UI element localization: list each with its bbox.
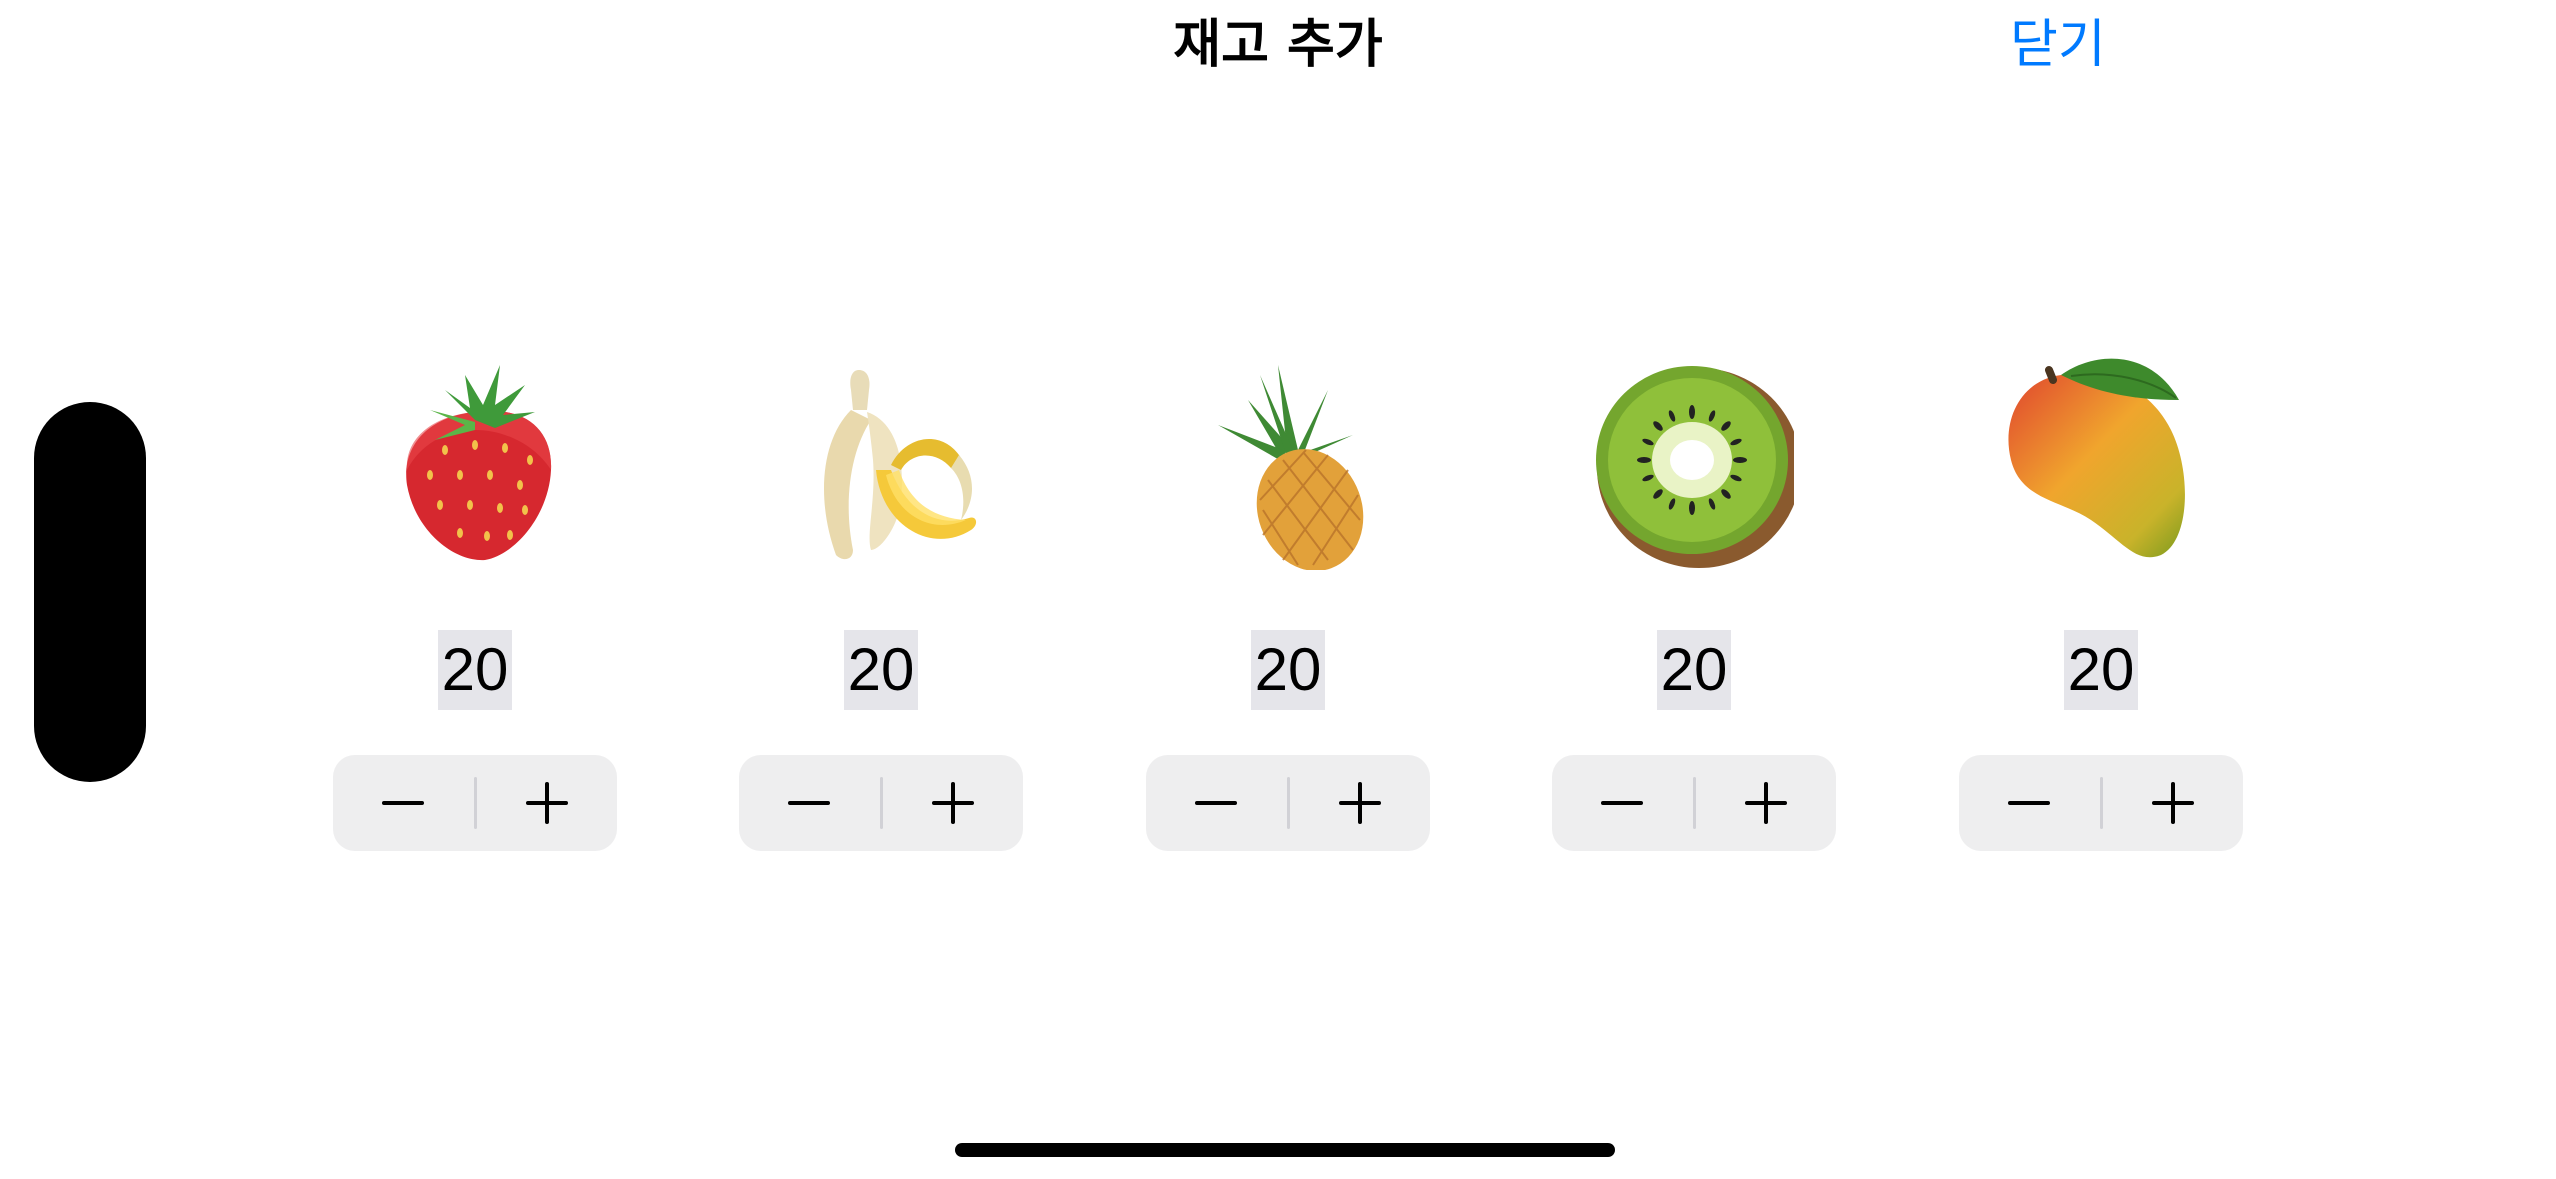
increment-button[interactable] [477,755,618,851]
increment-button[interactable] [2103,755,2244,851]
quantity-display: 20 [1138,630,1438,710]
quantity-stepper[interactable] [333,755,617,851]
pineapple-icon [1188,350,1388,570]
decrement-button[interactable] [1146,755,1287,851]
stock-add-screen: 재고 추가 닫기 20 20 20 20 20 [0,0,2556,1179]
increment-button[interactable] [1696,755,1837,851]
list-item-strawberry: 20 [325,350,625,870]
minus-icon [2008,801,2051,805]
list-item-banana: 20 [731,350,1031,870]
decrement-button[interactable] [1959,755,2100,851]
quantity-value: 20 [843,630,919,710]
list-item-kiwi: 20 [1544,350,1844,870]
mango-icon [2001,350,2201,570]
home-indicator[interactable] [955,1143,1615,1157]
banana-icon [781,350,981,570]
quantity-value: 20 [1656,630,1732,710]
decrement-button[interactable] [333,755,474,851]
decrement-button[interactable] [1552,755,1693,851]
minus-icon [788,801,831,805]
increment-button[interactable] [1290,755,1431,851]
list-item-pineapple: 20 [1138,350,1438,870]
quantity-value: 20 [437,630,513,710]
quantity-stepper[interactable] [1959,755,2243,851]
quantity-stepper[interactable] [1146,755,1430,851]
list-item-mango: 20 [1951,350,2251,870]
minus-icon [1195,801,1238,805]
plus-icon [931,782,974,824]
quantity-display: 20 [731,630,1031,710]
quantity-value: 20 [2063,630,2139,710]
minus-icon [382,801,425,805]
plus-icon [1338,782,1381,824]
plus-icon [525,782,568,824]
increment-button[interactable] [883,755,1024,851]
quantity-value: 20 [1250,630,1326,710]
minus-icon [1601,801,1644,805]
quantity-stepper[interactable] [739,755,1023,851]
plus-icon [2151,782,2194,824]
quantity-display: 20 [1951,630,2251,710]
decrement-button[interactable] [739,755,880,851]
quantity-stepper[interactable] [1552,755,1836,851]
plus-icon [1744,782,1787,824]
kiwi-icon [1594,350,1794,570]
strawberry-icon [375,350,575,570]
quantity-display: 20 [1544,630,1844,710]
fruit-list: 20 20 20 20 20 [0,0,2556,1179]
quantity-display: 20 [325,630,625,710]
